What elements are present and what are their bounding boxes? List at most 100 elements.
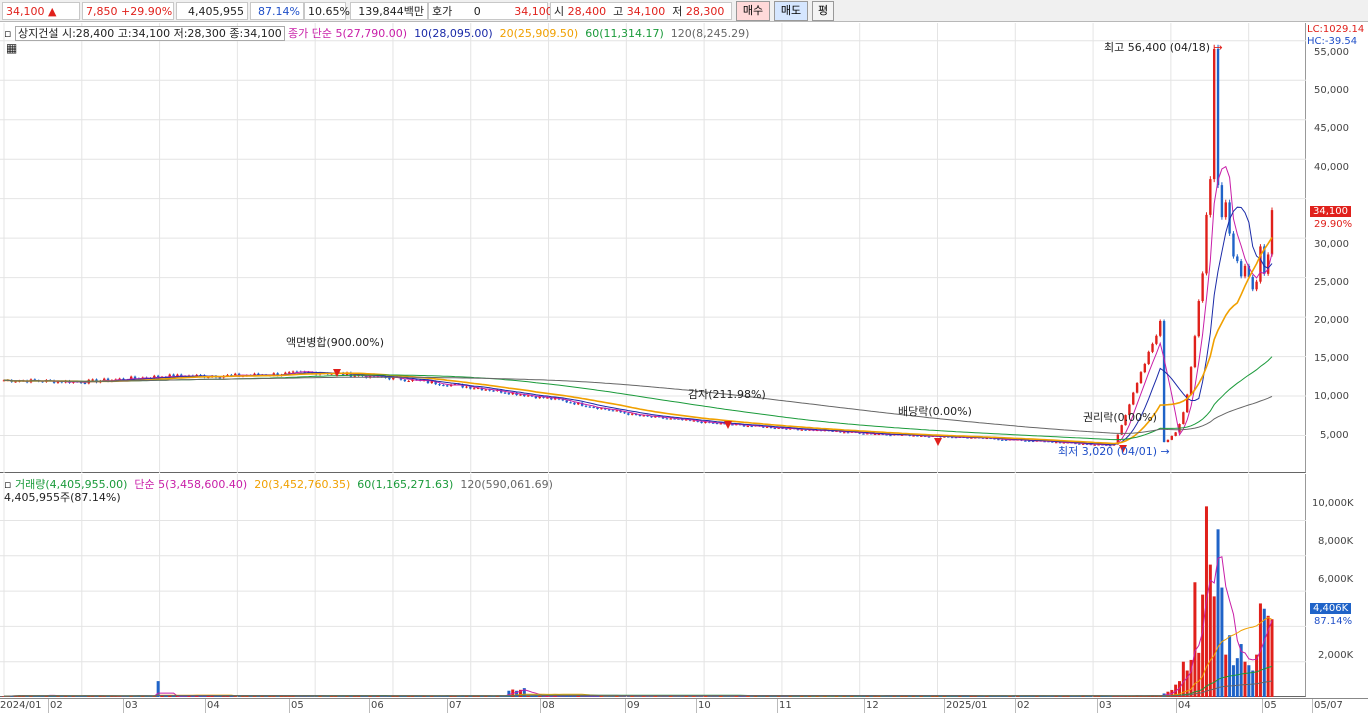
volume-axis: 10,000K 8,000K 6,000K 2,000K 4,406K 87.1… [1306,474,1368,697]
date-separator [123,699,124,713]
volume-bar [973,696,977,697]
ma120-line [3,376,1273,434]
date-tick: 05/07 [1314,700,1343,711]
candle [1212,48,1216,180]
candle [1170,435,1173,440]
candle [1159,321,1162,336]
up-arrow-icon: ▲ [48,5,57,18]
candle [1270,210,1274,255]
volume-bar [1228,635,1232,697]
min-price-note: 최저 3,020 (04/01) → [1058,445,1170,458]
volume-bar [102,696,106,697]
current-price: 34,100 ▲ [2,2,80,20]
flat-button[interactable]: 평 [812,1,834,21]
grid-icon[interactable]: ▦ [6,41,17,55]
current-volume-box: 4,406K [1310,603,1352,614]
current-price-box: 34,100 [1310,206,1351,217]
volume-bar [156,681,160,697]
candle [750,426,753,428]
candle [83,383,87,385]
candle [388,377,391,380]
event-arrow-icon [934,438,942,446]
date-separator [1262,699,1263,713]
date-tick: 04 [207,700,220,711]
sell-button[interactable]: 매도 [774,1,808,21]
date-axis: 2024/01 02 03 04 05 06 07 08 09 10 11 12 2025/01 02 03… [0,698,1368,713]
candle [731,424,734,426]
candle [403,379,407,382]
collapse-icon[interactable]: ▫ [4,27,11,40]
price-chart-pane[interactable]: ▫ 상지건설 시:28,400 고:34,100 저:28,300 종:34,1… [0,23,1306,473]
volume-bar [1270,619,1274,697]
volume-chart-pane[interactable]: ▫ 거래량(4,405,955.00) 단순 5(3,458,600.40) 2… [0,474,1306,697]
candle [492,390,495,392]
ma5-line [3,165,1273,446]
date-tick: 12 [866,700,879,711]
candle [1193,336,1197,368]
date-separator [625,699,626,713]
candle [526,395,530,397]
date-separator [205,699,206,713]
candle [91,379,94,381]
candle [288,372,291,374]
volume-tick: 2,000K [1318,650,1354,661]
candle [700,421,703,424]
event-ex-dividend: 배당락(0.00%) [898,405,972,418]
candle [1155,335,1158,344]
candle [773,428,777,430]
date-tick: 08 [542,700,555,711]
candle [1209,179,1212,215]
candle [1189,367,1193,395]
volume-bar [530,696,534,697]
event-ex-rights: 권리락(0.00%) [1083,411,1157,424]
price-tick: 15,000 [1314,353,1349,364]
price-ma-legend: 종가 단순 5(27,790.00) 10(28,095.00) 20(25,9… [288,27,750,40]
candle [133,376,137,379]
volume-bar [1231,665,1235,697]
volume-tick: 8,000K [1318,536,1354,547]
candle [565,400,568,403]
price-tick: 55,000 [1314,47,1349,58]
candle [519,394,522,396]
volume-bar [950,696,954,697]
date-separator [864,699,865,713]
volume-bar [1216,529,1220,697]
date-separator [1015,699,1016,713]
volume-bar [1193,582,1197,697]
hc-label: HC:-39.54 [1307,36,1358,47]
candle [1259,246,1262,282]
price-tick: 40,000 [1314,162,1349,173]
candle [846,432,850,434]
candle [1151,343,1154,352]
candle [1255,281,1258,290]
candle [1147,351,1150,364]
candle [1220,185,1224,218]
date-tick: 11 [779,700,792,711]
candle [800,429,803,431]
volume-bar [1243,661,1247,697]
volume-bar [1185,670,1189,697]
buy-button[interactable]: 매수 [736,1,770,21]
candle [1224,202,1227,218]
date-tick: 05 [291,700,304,711]
date-tick: 09 [627,700,640,711]
current-volume-pct: 87.14% [1314,616,1353,627]
candle [1166,439,1170,443]
volume-chart[interactable] [0,474,1306,697]
candle [1239,261,1243,277]
quote-toolbar: 34,100 ▲ 7,850 +29.90% 4,405,955 87.14% … [0,0,1368,22]
ma60-line [3,356,1273,441]
volume-bar [1035,696,1039,697]
volume-bar [1262,608,1266,697]
volume-bar [954,696,958,697]
price-chart[interactable] [0,23,1306,473]
candle [1139,372,1143,384]
candle [503,392,507,394]
volume-bar [619,696,623,697]
volume-bar [730,696,734,697]
volume-sub-label: 4,405,955주(87.14%) [4,491,121,504]
candle [588,406,592,408]
date-tick: 10 [698,700,711,711]
date-separator [944,699,945,713]
candle [469,386,472,389]
